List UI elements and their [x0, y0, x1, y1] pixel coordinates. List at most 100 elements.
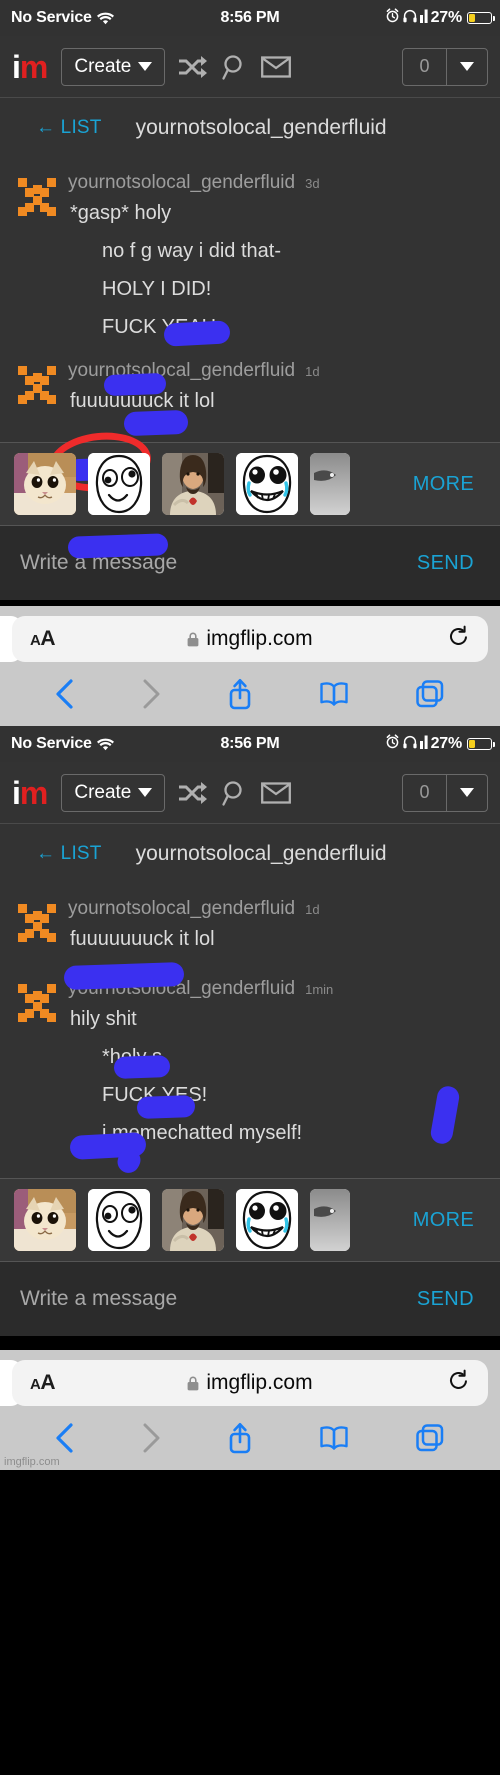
safari-address-row: AA imgflip.com: [0, 608, 500, 670]
tabs-icon[interactable]: [415, 679, 445, 714]
message-line: fuuuuuuuck it lol: [70, 390, 215, 412]
message-author[interactable]: yournotsolocal_genderfluid: [68, 898, 295, 920]
tabs-icon[interactable]: [415, 1423, 445, 1458]
create-button[interactable]: Create: [61, 773, 166, 812]
headphones-icon: [402, 735, 417, 754]
panel-divider: [0, 1336, 500, 1350]
message-line: *gasp* holy: [70, 202, 172, 224]
message-meta: yournotsolocal_genderfluid 3d: [68, 172, 500, 194]
imgflip-top-nav: im Create 0: [0, 36, 500, 98]
message-author[interactable]: yournotsolocal_genderfluid: [68, 172, 295, 194]
message-group: yournotsolocal_genderfluid 1min hily shi…: [0, 958, 500, 1152]
battery-percent-label: 27%: [430, 735, 463, 752]
message-body: yournotsolocal_genderfluid 1d fuuuuuuuck…: [56, 360, 500, 420]
message-line: fuuuuuuuck it lol: [70, 928, 215, 950]
message-line: i memechatted myself!: [102, 1122, 303, 1144]
chat-title: yournotsolocal_genderfluid: [135, 842, 387, 865]
safari-address-row: AA imgflip.com: [0, 1352, 500, 1414]
create-button-label: Create: [74, 55, 132, 77]
message-author[interactable]: yournotsolocal_genderfluid: [68, 978, 295, 1000]
chevron-down-icon[interactable]: [447, 775, 487, 811]
message-group: yournotsolocal_genderfluid 1d fuuuuuuuck…: [0, 882, 500, 958]
chevron-down-icon: [138, 788, 153, 797]
sticker-bar: MORE: [0, 442, 500, 526]
sticker-happy-cat[interactable]: [14, 453, 76, 515]
share-icon[interactable]: [227, 678, 253, 715]
message-body: yournotsolocal_genderfluid 1min hily shi…: [56, 978, 500, 1152]
message-meta: yournotsolocal_genderfluid 1d: [68, 360, 500, 382]
message-timestamp: 1min: [305, 982, 334, 997]
more-stickers-link[interactable]: MORE: [413, 1209, 474, 1232]
reload-icon[interactable]: [447, 625, 470, 653]
address-bar[interactable]: AA imgflip.com: [12, 616, 488, 662]
signal-bars-icon: [419, 735, 428, 754]
address-bar[interactable]: AA imgflip.com: [12, 1360, 488, 1406]
search-icon[interactable]: [221, 779, 249, 807]
sticker-happy-crying-rage-face[interactable]: [236, 1189, 298, 1251]
bookmarks-icon[interactable]: [319, 681, 349, 712]
sticker-happy-crying-rage-face[interactable]: [236, 453, 298, 515]
bookmarks-icon[interactable]: [319, 1425, 349, 1456]
sticker-happy-cat[interactable]: [14, 1189, 76, 1251]
back-to-list-link[interactable]: ← LIST: [36, 117, 102, 139]
chat-header: ← LIST yournotsolocal_genderfluid: [0, 98, 500, 156]
message-group: yournotsolocal_genderfluid 3d *gasp* hol…: [0, 156, 500, 346]
safari-toolbar: [0, 1414, 500, 1470]
shuffle-icon[interactable]: [177, 55, 209, 79]
chat-panel-two: ← LIST yournotsolocal_genderfluid yourno…: [0, 824, 500, 1178]
avatar: [18, 984, 56, 1022]
shuffle-icon[interactable]: [177, 781, 209, 805]
alarm-clock-icon: [385, 734, 400, 754]
lock-icon: [187, 632, 199, 647]
share-icon[interactable]: [227, 1422, 253, 1459]
sticker-buddy-jesus[interactable]: [162, 1189, 224, 1251]
sticker-derp-rage-face[interactable]: [88, 1189, 150, 1251]
sticker-derp-rage-face[interactable]: [88, 453, 150, 515]
send-button[interactable]: SEND: [417, 1288, 474, 1311]
message-line: *holy s: [102, 1046, 163, 1068]
more-stickers-link[interactable]: MORE: [413, 473, 474, 496]
envelope-icon[interactable]: [261, 781, 292, 805]
chat-panel-one: ← LIST yournotsolocal_genderfluid yourno…: [0, 98, 500, 559]
chat-header: ← LIST yournotsolocal_genderfluid: [0, 824, 500, 882]
envelope-icon[interactable]: [261, 55, 292, 79]
message-input[interactable]: Write a message: [20, 551, 177, 575]
send-button[interactable]: SEND: [417, 552, 474, 575]
message-input[interactable]: Write a message: [20, 1287, 177, 1311]
sticker-gray-partial[interactable]: [310, 1189, 350, 1251]
message-author[interactable]: yournotsolocal_genderfluid: [68, 360, 295, 382]
create-button[interactable]: Create: [61, 47, 166, 86]
imgflip-logo[interactable]: im: [12, 51, 49, 83]
notification-count: 0: [403, 48, 447, 85]
notifications-counter[interactable]: 0: [402, 47, 488, 86]
logo-letter-m: m: [19, 48, 48, 85]
signal-bars-icon: [419, 9, 428, 28]
imgflip-top-nav: im Create 0: [0, 762, 500, 824]
logo-letter-m: m: [19, 774, 48, 811]
imgflip-logo[interactable]: im: [12, 777, 49, 809]
sticker-buddy-jesus[interactable]: [162, 453, 224, 515]
sticker-gray-partial[interactable]: [310, 453, 350, 515]
message-body: yournotsolocal_genderfluid 3d *gasp* hol…: [56, 172, 500, 346]
avatar: [18, 366, 56, 404]
notifications-counter[interactable]: 0: [402, 773, 488, 812]
back-button[interactable]: [55, 678, 75, 714]
message-meta: yournotsolocal_genderfluid 1min: [68, 978, 500, 1000]
lock-icon: [187, 1376, 199, 1391]
message-line: hily shit: [70, 1008, 137, 1030]
message-meta: yournotsolocal_genderfluid 1d: [68, 898, 500, 920]
search-icon[interactable]: [221, 53, 249, 81]
url-display: imgflip.com: [12, 627, 488, 651]
message-group: yournotsolocal_genderfluid 1d fuuuuuuuck…: [0, 346, 500, 420]
message-body: yournotsolocal_genderfluid 1d fuuuuuuuck…: [56, 898, 500, 958]
reload-icon[interactable]: [447, 1369, 470, 1397]
battery-percent-label: 27%: [430, 9, 463, 26]
back-to-list-link[interactable]: ← LIST: [36, 843, 102, 865]
chevron-down-icon[interactable]: [447, 49, 487, 85]
back-button[interactable]: [55, 1422, 75, 1458]
chevron-down-icon: [138, 62, 153, 71]
status-bar-right: 27%: [385, 734, 495, 754]
avatar: [18, 178, 56, 216]
compose-bar-two: Write a message SEND: [0, 1262, 500, 1336]
forward-button: [141, 679, 161, 714]
